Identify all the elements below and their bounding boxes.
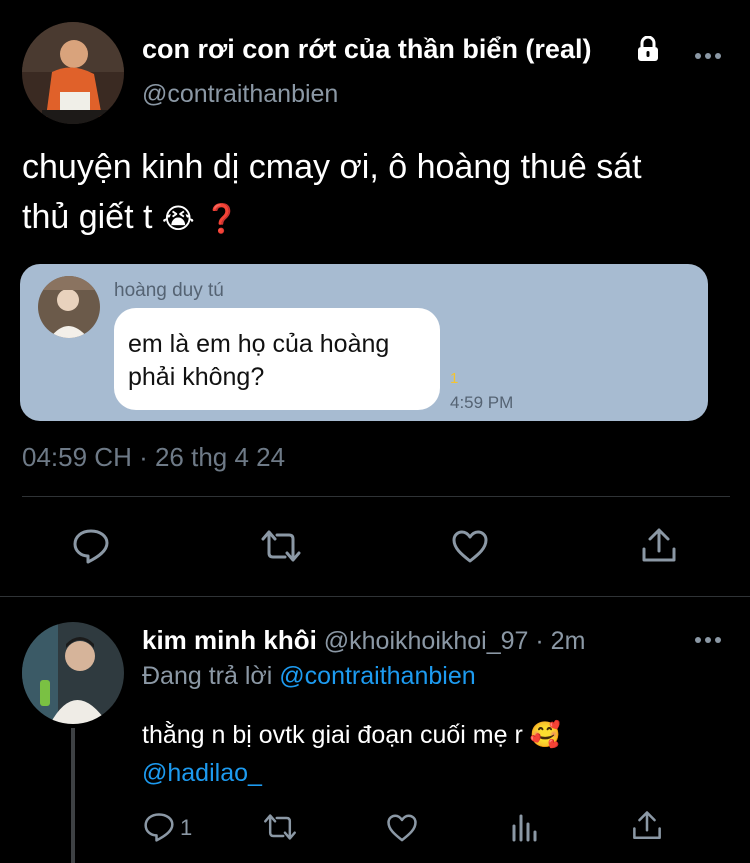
like-heart-icon[interactable]	[451, 529, 489, 563]
chat-sender-name: hoàng duy tú	[114, 280, 224, 301]
reply-text: thằng n bị ovtk giai đoạn cuối mẹ r 🥰 @h…	[142, 716, 561, 792]
reply-more-options-icon[interactable]	[694, 636, 722, 644]
reply-text-line1: thằng n bị ovtk giai đoạn cuối mẹ r 🥰	[142, 716, 561, 754]
reply-share-icon[interactable]	[631, 810, 663, 842]
reply-author-handle[interactable]: @khoikhoikhoi_97	[324, 627, 529, 655]
retweet-icon[interactable]	[259, 529, 303, 563]
reply-reply-count: 1	[180, 815, 193, 840]
share-icon[interactable]	[640, 527, 678, 565]
analytics-icon[interactable]	[510, 812, 538, 842]
smiling-hearts-emoji: 🥰	[529, 721, 561, 749]
reply-text-body: thằng n bị ovtk giai đoạn cuối mẹ r	[142, 721, 523, 749]
tweet-text-line2: thủ giết t 😭 ❓	[22, 192, 642, 244]
reply-time[interactable]: · 2m	[535, 627, 585, 655]
tweet-text: chuyện kinh dị cmay ơi, ô hoàng thuê sát…	[22, 142, 642, 244]
reply-mention[interactable]: @hadilao_	[142, 754, 561, 792]
author-handle[interactable]: @contraithanbien	[142, 80, 338, 109]
chat-read-count: 1	[450, 370, 459, 387]
reply-header: kim minh khôi @khoikhoikhoi_97 · 2m	[142, 625, 585, 656]
tweet-timestamp[interactable]: 04:59 CH · 26 thg 4 24	[22, 442, 285, 473]
question-mark-emoji: ❓	[204, 203, 239, 234]
crying-emoji: 😭	[161, 203, 195, 234]
timestamp-divider	[22, 496, 730, 497]
author-avatar[interactable]	[22, 22, 124, 124]
replying-to-label: Đang trả lời	[142, 662, 273, 690]
tweet-section-divider	[0, 596, 750, 597]
author-display-name[interactable]: con rơi con rớt của thần biển (real)	[142, 34, 591, 65]
thread-line	[71, 728, 75, 863]
reply-like-heart-icon[interactable]	[386, 813, 418, 842]
reply-retweet-icon[interactable]	[262, 813, 298, 841]
replying-to-line: Đang trả lời @contraithanbien	[142, 662, 476, 691]
tweet-text-line2-words: thủ giết t	[22, 198, 153, 236]
chat-message-line2: phải không?	[128, 363, 265, 391]
reply-icon[interactable]	[72, 528, 110, 564]
more-options-icon[interactable]	[694, 52, 722, 60]
reply-author-avatar[interactable]	[22, 622, 124, 724]
chat-message-line1: em là em họ của hoàng	[128, 330, 390, 358]
embedded-chat-image[interactable]: hoàng duy tú em là em họ của hoàng phải …	[20, 264, 708, 421]
chat-sender-avatar	[38, 276, 100, 338]
chat-message-bubble: em là em họ của hoàng phải không?	[114, 308, 440, 410]
reply-reply-icon[interactable]	[143, 812, 175, 842]
replying-to-handle[interactable]: @contraithanbien	[279, 662, 475, 690]
chat-message-time: 4:59 PM	[450, 393, 514, 412]
tweet-text-line1: chuyện kinh dị cmay ơi, ô hoàng thuê sát	[22, 148, 642, 186]
reply-author-name[interactable]: kim minh khôi	[142, 625, 317, 655]
chat-message-text: em là em họ của hoàng phải không?	[128, 328, 389, 394]
lock-icon	[636, 36, 660, 62]
